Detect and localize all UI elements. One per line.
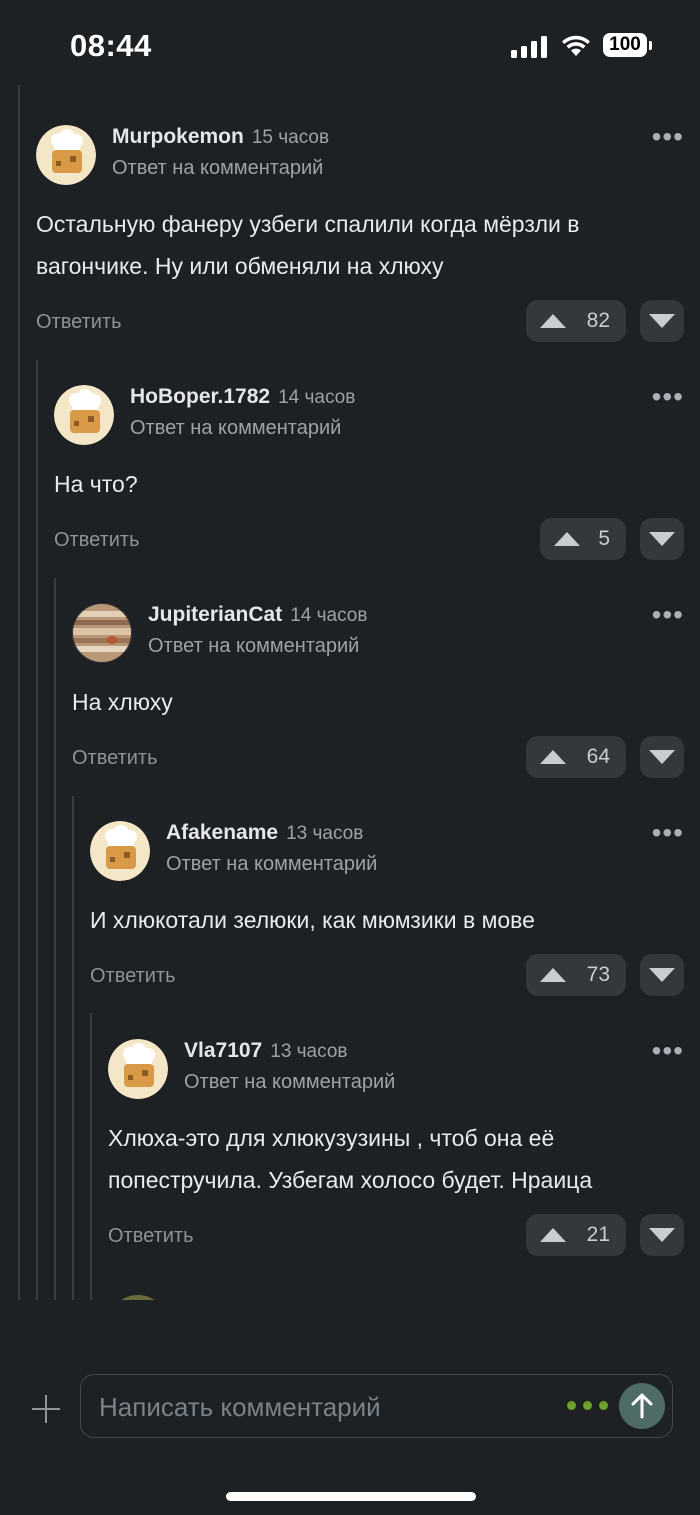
comment-time: 14 часов [290,605,368,626]
reply-button[interactable]: Ответить [54,529,140,552]
avatar[interactable] [90,821,150,881]
downvote-button[interactable] [640,300,684,342]
more-options-icon[interactable]: ••• [640,1037,684,1065]
reply-button[interactable]: Ответить [72,747,158,770]
comment-author[interactable]: Vla7107 13 часов [184,1039,348,1063]
arrow-up-icon [540,968,566,982]
avatar[interactable] [54,385,114,445]
comment-text: На что? [54,471,138,497]
arrow-up-icon [554,532,580,546]
reply-button[interactable]: Ответить [90,965,176,988]
reply-button[interactable]: Ответить [36,311,122,334]
chef-avatar-icon [108,1039,168,1099]
comment: Afakename 13 часов Ответ на комментарий •… [90,819,684,1001]
vote-count: 82 [586,309,610,332]
arrow-up-icon [540,1228,566,1242]
home-indicator [226,1492,476,1501]
comment-time: 13 часов [270,1041,348,1062]
thread-line [18,85,20,1300]
vote-count: 73 [586,963,610,986]
upvote-button[interactable]: 5 [540,518,626,560]
arrow-up-icon [540,750,566,764]
reply-button[interactable]: Ответить [108,1225,194,1248]
comment-time: 14 часов [278,387,356,408]
comment: Murpokemon 15 часов Ответ на комментарий … [36,123,684,345]
reply-to-link[interactable]: Ответ на комментарий [130,417,341,440]
upvote-button[interactable]: 73 [526,954,626,996]
upvote-button[interactable]: 21 [526,1214,626,1256]
arrow-down-icon [649,968,675,982]
arrow-up-icon [540,314,566,328]
jupiter-avatar-icon [72,603,132,663]
status-time: 08:44 [70,28,152,63]
arrow-down-icon [649,1228,675,1242]
arrow-down-icon [649,314,675,328]
downvote-button[interactable] [640,954,684,996]
wifi-icon [562,35,590,56]
downvote-button[interactable] [640,736,684,778]
more-options-icon[interactable]: ••• [640,601,684,629]
upvote-button[interactable]: 64 [526,736,626,778]
chef-avatar-icon [90,821,150,881]
status-bar: 08:44 100 [0,0,700,90]
arrow-down-icon [649,750,675,764]
battery-level: 100 [603,33,647,57]
add-attachment-icon[interactable] [30,1393,62,1425]
more-options-icon[interactable]: ••• [640,819,684,847]
comment-author[interactable]: JupiterianCat 14 часов [148,603,367,627]
send-button[interactable] [619,1383,665,1429]
typing-dots-icon [567,1401,609,1411]
comment-input[interactable] [97,1385,561,1429]
reply-to-link[interactable]: Ответ на комментарий [184,1071,395,1094]
comment-text: На хлюху [72,689,173,715]
reply-to-link[interactable]: Ответ на комментарий [148,635,359,658]
comment: Vla7107 13 часов Ответ на комментарий •••… [108,1037,684,1259]
comment: HoBoper.1782 14 часов Ответ на комментари… [54,383,684,565]
avatar[interactable] [72,603,132,663]
upvote-button[interactable]: 82 [526,300,626,342]
comment-author[interactable]: Afakename 13 часов [166,821,363,845]
chef-avatar-icon [54,385,114,445]
battery-icon: 100 [603,33,655,59]
comment-text: Хлюха-это для хлюкузузины , чтоб она её … [108,1125,593,1193]
comment-composer [80,1374,673,1438]
vote-count: 5 [598,527,610,550]
downvote-button[interactable] [640,1214,684,1256]
more-options-icon[interactable]: ••• [640,383,684,411]
thread-line [72,796,74,1300]
more-options-icon[interactable]: ••• [640,123,684,151]
chef-avatar-icon [36,125,96,185]
reply-to-link[interactable]: Ответ на комментарий [112,157,323,180]
comment-thread: Murpokemon 15 часов Ответ на комментарий … [0,85,700,1300]
avatar[interactable] [108,1039,168,1099]
downvote-button[interactable] [640,518,684,560]
comment-text: И хлюкотали зелюки, как мюмзики в мове [90,907,535,933]
avatar[interactable] [36,125,96,185]
vote-count: 64 [586,745,610,768]
thread-line [54,578,56,1300]
comment-text: Остальную фанеру узбеги спалили когда мё… [36,211,580,279]
comment-time: 15 часов [251,127,330,148]
vote-count: 21 [586,1223,610,1246]
thread-line [36,360,38,1300]
comment-time: 13 часов [286,823,364,844]
comment-author[interactable]: HoBoper.1782 14 часов [130,385,355,409]
thread-line [90,1013,92,1300]
signal-icon [511,36,547,58]
next-comment-avatar[interactable] [108,1295,168,1300]
comment: JupiterianCat 14 часов Ответ на комментар… [72,601,684,783]
arrow-up-icon [631,1393,653,1419]
comment-author[interactable]: Murpokemon 15 часов [112,125,329,149]
reply-to-link[interactable]: Ответ на комментарий [166,853,377,876]
arrow-down-icon [649,532,675,546]
